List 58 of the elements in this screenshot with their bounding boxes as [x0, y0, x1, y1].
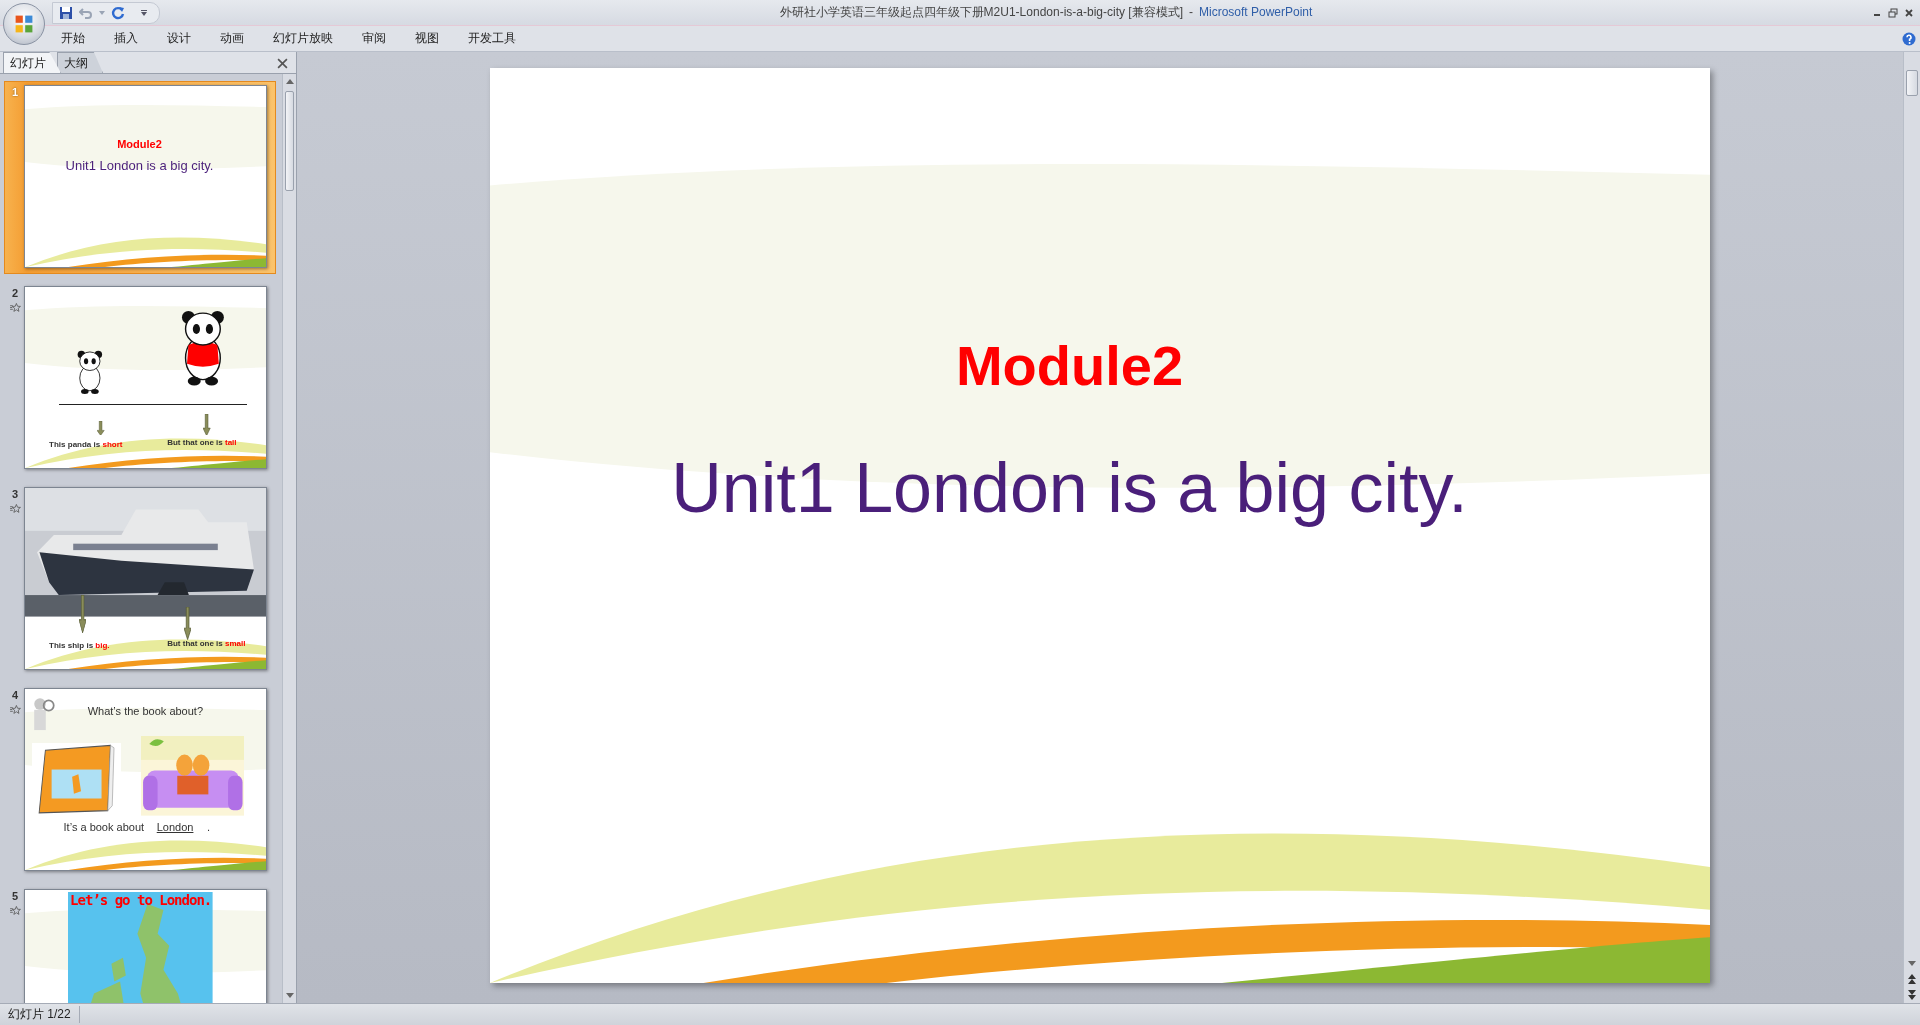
question-text: What’s the book about?: [87, 705, 204, 718]
slide-number: 4: [11, 689, 19, 701]
scrollbar-thumb[interactable]: [285, 91, 294, 191]
customize-arrow-icon[interactable]: [141, 9, 147, 16]
slide-thumbnail[interactable]: What’s the book about? It’s a book about London .: [24, 688, 267, 871]
ribbon-tab[interactable]: 开发工具: [454, 30, 530, 47]
slide-thumbnail[interactable]: Module2 Unit1 London is a big city.: [24, 85, 267, 268]
next-slide-button[interactable]: [1908, 990, 1916, 1000]
close-icon[interactable]: [1904, 7, 1914, 18]
down-arrow-icon: [203, 413, 211, 436]
close-icon[interactable]: [277, 58, 288, 69]
panel-tab[interactable]: 大纲: [57, 52, 103, 73]
down-arrow-icon: [97, 420, 105, 436]
slide-title: Let’s go to London.: [69, 891, 213, 908]
slide-subtitle: Unit1 London is a big city.: [670, 447, 1469, 528]
previous-slide-button[interactable]: [1908, 974, 1916, 984]
caption: But that one is tall: [167, 438, 237, 448]
slide-subtitle: Unit1 London is a big city.: [64, 158, 215, 174]
save-icon[interactable]: [59, 5, 73, 20]
ribbon-tab[interactable]: 设计: [153, 30, 205, 47]
app-name: Microsoft PowerPoint: [1199, 5, 1313, 19]
scroll-up-icon[interactable]: [285, 79, 294, 84]
slide-number: 2: [11, 287, 19, 299]
ribbon-tab[interactable]: 开始: [47, 30, 99, 47]
redo-icon[interactable]: [111, 5, 125, 20]
caption: This panda is short: [49, 439, 123, 449]
title-separator: -: [1189, 5, 1193, 19]
sentence-text: It’s a book about: [63, 821, 145, 834]
ribbon-tab[interactable]: 动画: [206, 30, 258, 47]
ribbon-tab[interactable]: 插入: [100, 30, 152, 47]
office-button[interactable]: [3, 3, 45, 45]
slide-number: 5: [11, 890, 19, 902]
scroll-down-icon[interactable]: [1908, 961, 1916, 966]
slide-thumbnail[interactable]: This panda is short But that one is tall: [24, 286, 267, 469]
restore-icon[interactable]: [1888, 7, 1898, 18]
answer-text: London: [155, 821, 195, 834]
down-arrow-icon: [79, 594, 87, 633]
ribbon-tab[interactable]: 视图: [401, 30, 453, 47]
help-icon[interactable]: [1902, 31, 1916, 46]
slide-number: 1: [11, 86, 19, 98]
panel-tab[interactable]: 幻灯片: [3, 52, 61, 73]
period-text: .: [206, 821, 210, 834]
scroll-down-icon[interactable]: [285, 993, 294, 998]
scrollbar[interactable]: [1903, 52, 1920, 1003]
window-title: 外研社小学英语三年级起点四年级下册M2U1-London-is-a-big-city [兼容模式]: [779, 5, 1183, 19]
caption: This ship is big.: [49, 640, 110, 650]
slide-title: Module2: [954, 333, 1185, 399]
caption: But that one is small: [167, 639, 246, 649]
scrollbar-thumb[interactable]: [1906, 70, 1918, 96]
down-arrow-icon: [184, 607, 192, 641]
ribbon-tab[interactable]: 审阅: [348, 30, 400, 47]
selected-slide-highlight[interactable]: 1 Module2 Unit1 London is a big city.: [4, 81, 276, 274]
slide-counter: 幻灯片 1/22: [0, 1006, 80, 1023]
scrollbar[interactable]: [282, 74, 296, 1003]
slide-title: Module2: [116, 138, 163, 151]
slide-thumbnail[interactable]: This ship is big. But that one is small: [24, 487, 267, 670]
ribbon-tab[interactable]: 幻灯片放映: [259, 30, 347, 47]
slide-number: 3: [11, 488, 19, 500]
